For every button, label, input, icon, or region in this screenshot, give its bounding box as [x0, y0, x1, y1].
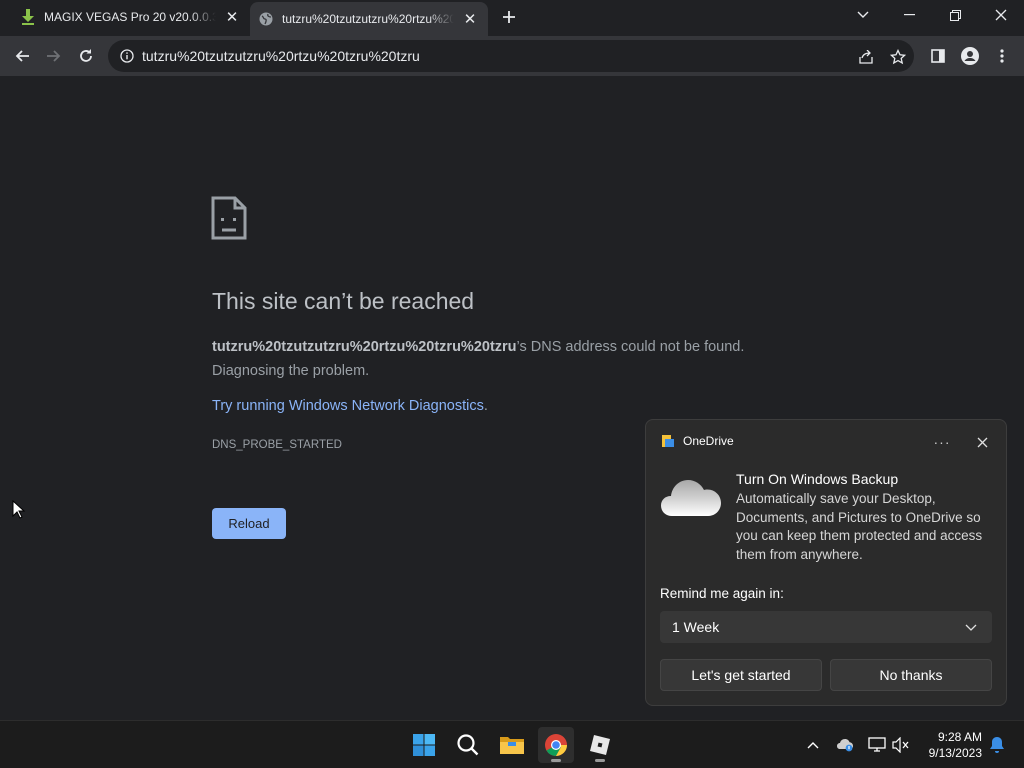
- url-text: tutzru%20tzutzutzru%20rtzu%20tzru%20tzru: [142, 48, 420, 64]
- chrome-button[interactable]: [538, 727, 574, 763]
- toast-app-name: OneDrive: [683, 434, 734, 448]
- tab-search-button[interactable]: [840, 0, 886, 30]
- notification-bell-icon[interactable]: [986, 733, 1008, 757]
- onedrive-notification: OneDrive ··· Turn On Windows Backup Auto…: [645, 419, 1007, 706]
- volume-muted-icon[interactable]: [890, 733, 912, 757]
- reload-icon[interactable]: [72, 42, 100, 70]
- mouse-cursor-icon: [12, 500, 26, 519]
- sad-document-icon: [211, 196, 247, 240]
- profile-icon[interactable]: [956, 42, 984, 70]
- download-icon: [20, 9, 36, 25]
- error-desc-line2: Diagnosing the problem.: [212, 363, 370, 379]
- side-panel-icon[interactable]: [924, 42, 952, 70]
- no-thanks-button[interactable]: No thanks: [830, 659, 992, 691]
- menu-icon[interactable]: [988, 42, 1016, 70]
- running-indicator: [595, 759, 605, 762]
- tab-strip: MAGIX VEGAS Pro 20 v20.0.0.326 ✕ tutzru%…: [0, 0, 1024, 36]
- tab-close-icon[interactable]: ✕: [222, 7, 242, 27]
- minimize-button[interactable]: [886, 0, 932, 30]
- start-button[interactable]: [406, 727, 442, 763]
- info-icon[interactable]: [118, 47, 136, 65]
- onedrive-app-icon: [662, 435, 674, 447]
- remind-dropdown[interactable]: 1 Week: [660, 611, 992, 643]
- network-icon[interactable]: [866, 733, 888, 757]
- error-desc-suffix: ’s DNS address could not be found.: [516, 339, 745, 355]
- share-icon[interactable]: [855, 46, 877, 68]
- link-period: .: [483, 398, 488, 414]
- star-icon[interactable]: [887, 46, 909, 68]
- address-bar[interactable]: tutzru%20tzutzutzru%20rtzu%20tzru%20tzru: [108, 40, 914, 72]
- cloud-icon: [661, 480, 721, 516]
- clock[interactable]: 9:28 AM 9/13/2023: [918, 729, 982, 761]
- toast-title: Turn On Windows Backup: [736, 471, 899, 487]
- tab-magix-vegas[interactable]: MAGIX VEGAS Pro 20 v20.0.0.326 ✕: [12, 0, 250, 34]
- remind-dropdown-value: 1 Week: [672, 619, 720, 635]
- toast-header: OneDrive: [661, 434, 734, 448]
- roblox-icon: [590, 735, 610, 755]
- clock-date: 9/13/2023: [928, 746, 982, 760]
- lets-get-started-button[interactable]: Let's get started: [660, 659, 822, 691]
- folder-icon: [500, 737, 524, 754]
- tab-title: MAGIX VEGAS Pro 20 v20.0.0.326: [44, 10, 216, 24]
- taskbar: 9:28 AM 9/13/2023: [0, 720, 1024, 768]
- error-description: tutzru%20tzutzutzru%20rtzu%20tzru%20tzru…: [212, 335, 812, 383]
- globe-icon: [258, 11, 274, 27]
- file-explorer-button[interactable]: [494, 727, 530, 763]
- roblox-button[interactable]: [582, 727, 618, 763]
- remind-label: Remind me again in:: [660, 586, 784, 601]
- toolbar: tutzru%20tzutzutzru%20rtzu%20tzru%20tzru: [0, 36, 1024, 76]
- chrome-icon: [545, 734, 567, 756]
- tab-title: tutzru%20tzutzutzru%20rtzu%20tzru%20tzru: [282, 12, 454, 26]
- new-tab-button[interactable]: [498, 6, 520, 28]
- toast-close-button[interactable]: [970, 432, 994, 452]
- network-diagnostics-link-row: Try running Windows Network Diagnostics.: [212, 398, 488, 414]
- onedrive-tray-icon[interactable]: [834, 733, 856, 757]
- chevron-up-icon: [807, 742, 819, 749]
- network-diagnostics-link[interactable]: Try running Windows Network Diagnostics: [212, 398, 484, 414]
- error-code: DNS_PROBE_STARTED: [212, 439, 342, 451]
- close-window-button[interactable]: [978, 0, 1024, 30]
- error-title: This site can’t be reached: [212, 288, 475, 314]
- active-indicator: [551, 759, 561, 762]
- restore-button[interactable]: [932, 0, 978, 30]
- toast-body: Automatically save your Desktop, Documen…: [736, 491, 983, 562]
- show-hidden-icons-button[interactable]: [802, 733, 824, 757]
- forward-button[interactable]: [40, 42, 68, 70]
- tab-close-icon[interactable]: ✕: [460, 9, 480, 29]
- clock-time: 9:28 AM: [937, 730, 982, 744]
- toast-more-button[interactable]: ···: [930, 432, 954, 452]
- windows-logo-icon: [413, 734, 435, 756]
- search-icon: [457, 734, 479, 756]
- reload-button[interactable]: Reload: [212, 508, 286, 539]
- tab-error-page[interactable]: tutzru%20tzutzutzru%20rtzu%20tzru%20tzru…: [250, 2, 488, 36]
- search-button[interactable]: [450, 727, 486, 763]
- chevron-down-icon: [965, 624, 977, 631]
- back-button[interactable]: [8, 42, 36, 70]
- error-host: tutzru%20tzutzutzru%20rtzu%20tzru%20tzru: [212, 339, 517, 355]
